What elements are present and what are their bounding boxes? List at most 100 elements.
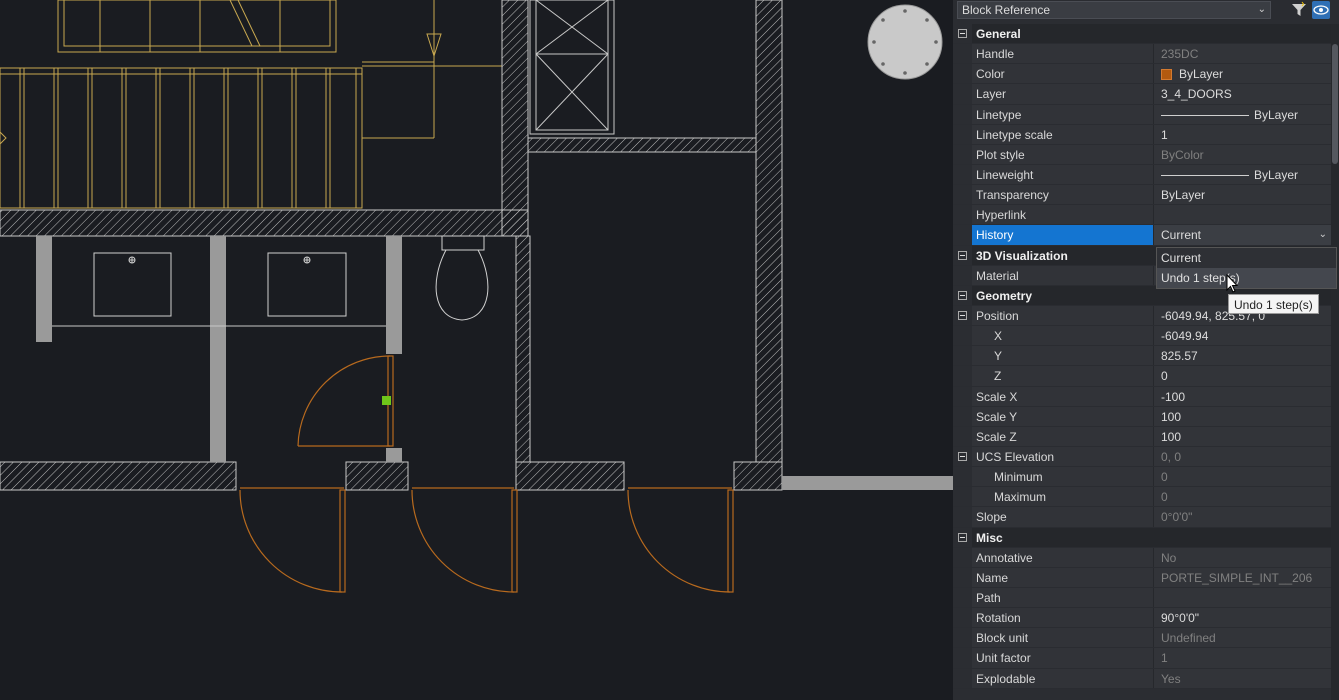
stair-lines [0,0,502,209]
property-row[interactable]: Linetype ByLayer [953,104,1331,125]
history-option-current[interactable]: Current [1157,248,1336,268]
linetype-preview [1161,114,1249,116]
property-value-text: 0 [1161,490,1168,505]
property-value[interactable]: 100 [1154,406,1331,426]
property-row[interactable]: Y 825.57 [953,346,1331,367]
collapse-icon[interactable] [958,532,967,542]
property-row[interactable]: Annotative No [953,547,1331,568]
property-row[interactable]: Unit factor 1 [953,648,1331,669]
property-row[interactable]: Z0 [953,366,1331,387]
collapse-icon[interactable] [958,451,967,461]
collapse-icon[interactable] [958,29,967,38]
property-row[interactable]: Scale Z 100 [953,426,1331,447]
property-label: Minimum [972,467,1154,487]
property-value[interactable]: ByLayer [1154,185,1331,205]
property-value-text: 0 [1161,470,1168,485]
property-value: ByColor [1154,144,1331,164]
property-label: History [972,225,1154,245]
property-value-text: PORTE_SIMPLE_INT__206 [1161,570,1313,585]
property-value[interactable]: ByLayer [1154,164,1331,185]
property-label: Block unit [972,628,1154,648]
section-title: Misc [972,527,1331,547]
property-row[interactable]: Linetype scale 1 [953,124,1331,145]
property-row[interactable]: Color ByLayer [953,64,1331,85]
property-row[interactable]: Explodable Yes [953,668,1331,689]
property-row[interactable]: Hyperlink [953,205,1331,226]
property-row[interactable]: Handle 235DC [953,44,1331,65]
property-value[interactable]: Current ⌄ [1154,225,1331,245]
property-label: Name [972,567,1154,587]
history-dropdown-list[interactable]: Current Undo 1 step(s) [1156,247,1337,289]
property-value[interactable]: 3_4_DOORS [1154,84,1331,104]
viewcube-compass[interactable] [867,4,943,80]
property-value[interactable] [1154,587,1331,608]
property-label: Linetype scale [972,124,1154,144]
property-value-text: Yes [1161,671,1181,686]
property-row[interactable]: Lineweight ByLayer [953,164,1331,186]
grip-handle[interactable] [382,396,391,405]
property-label: Y [972,346,1154,366]
property-row[interactable]: Name PORTE_SIMPLE_INT__206 [953,567,1331,588]
property-value[interactable] [1154,205,1331,225]
property-row[interactable]: Transparency ByLayer [953,185,1331,206]
chevron-down-icon[interactable]: ⌄ [1319,225,1327,244]
property-label: Lineweight [972,164,1154,185]
scrollbar-thumb[interactable] [1332,44,1338,164]
elevator-shaft [529,0,615,135]
property-row[interactable]: Path [953,587,1331,609]
panel-scrollbar[interactable] [1331,24,1339,700]
color-swatch [1161,69,1172,81]
drawing-canvas[interactable] [0,0,953,700]
property-value-text: ByColor [1161,147,1204,162]
property-row[interactable]: Minimum 0 [953,467,1331,488]
property-value[interactable]: -6049.94 [1154,326,1331,346]
property-value-text: 100 [1161,429,1182,444]
property-value[interactable]: 1 [1154,124,1331,144]
section-header[interactable]: General [953,24,1331,45]
property-value[interactable]: 825.57 [1154,346,1331,366]
fixtures [93,235,489,321]
collapse-icon[interactable] [958,310,967,320]
quick-select-filter-icon[interactable] [1290,1,1308,19]
property-row[interactable]: Slope 0°0'0" [953,507,1331,528]
property-row[interactable]: Rotation 90°0'0" [953,608,1331,629]
property-value: 0, 0 [1154,446,1331,467]
property-row[interactable]: Plot style ByColor [953,144,1331,165]
property-label: Layer [972,84,1154,104]
property-row[interactable]: X -6049.94 [953,326,1331,347]
property-value[interactable]: -100 [1154,386,1331,406]
property-value-text: 3_4_DOORS [1161,87,1232,102]
history-option-undo[interactable]: Undo 1 step(s) [1157,268,1336,288]
property-value[interactable]: 0 [1154,366,1331,386]
section-title: General [972,24,1331,44]
property-label: Unit factor [972,648,1154,668]
collapse-icon[interactable] [958,250,967,260]
section-header[interactable]: Misc [953,527,1331,548]
property-value-text: -6049.94 [1161,329,1209,344]
property-row[interactable]: UCS Elevation 0, 0 [953,446,1331,468]
property-value[interactable]: ByLayer [1154,64,1331,84]
property-row[interactable]: Layer 3_4_DOORS [953,84,1331,105]
entity-type-selector[interactable]: Block Reference ⌄ [957,1,1271,19]
property-row[interactable]: Block unit Undefined [953,628,1331,649]
property-value-text: ByLayer [1179,67,1224,82]
collapse-icon[interactable] [958,290,967,300]
tooltip: Undo 1 step(s) [1228,294,1319,314]
property-row[interactable]: History Current ⌄ [953,225,1331,246]
property-value-text: 0°0'0" [1161,510,1193,525]
property-value: PORTE_SIMPLE_INT__206 [1154,567,1331,587]
property-value: Yes [1154,668,1331,688]
property-value-text: 90°0'0" [1161,611,1200,626]
property-row[interactable]: Scale Y 100 [953,406,1331,427]
property-row[interactable]: Scale X -100 [953,386,1331,407]
property-label: Hyperlink [972,205,1154,225]
property-value[interactable]: 90°0'0" [1154,608,1331,628]
property-value[interactable]: 100 [1154,426,1331,446]
chevron-down-icon: ⌄ [1257,4,1266,15]
property-value[interactable]: ByLayer [1154,104,1331,124]
property-row[interactable]: Maximum 0 [953,487,1331,508]
property-value-text: -100 [1161,389,1186,404]
property-label: Transparency [972,185,1154,205]
toggle-pickadd-icon[interactable] [1312,1,1330,19]
property-label: Scale Y [972,406,1154,426]
